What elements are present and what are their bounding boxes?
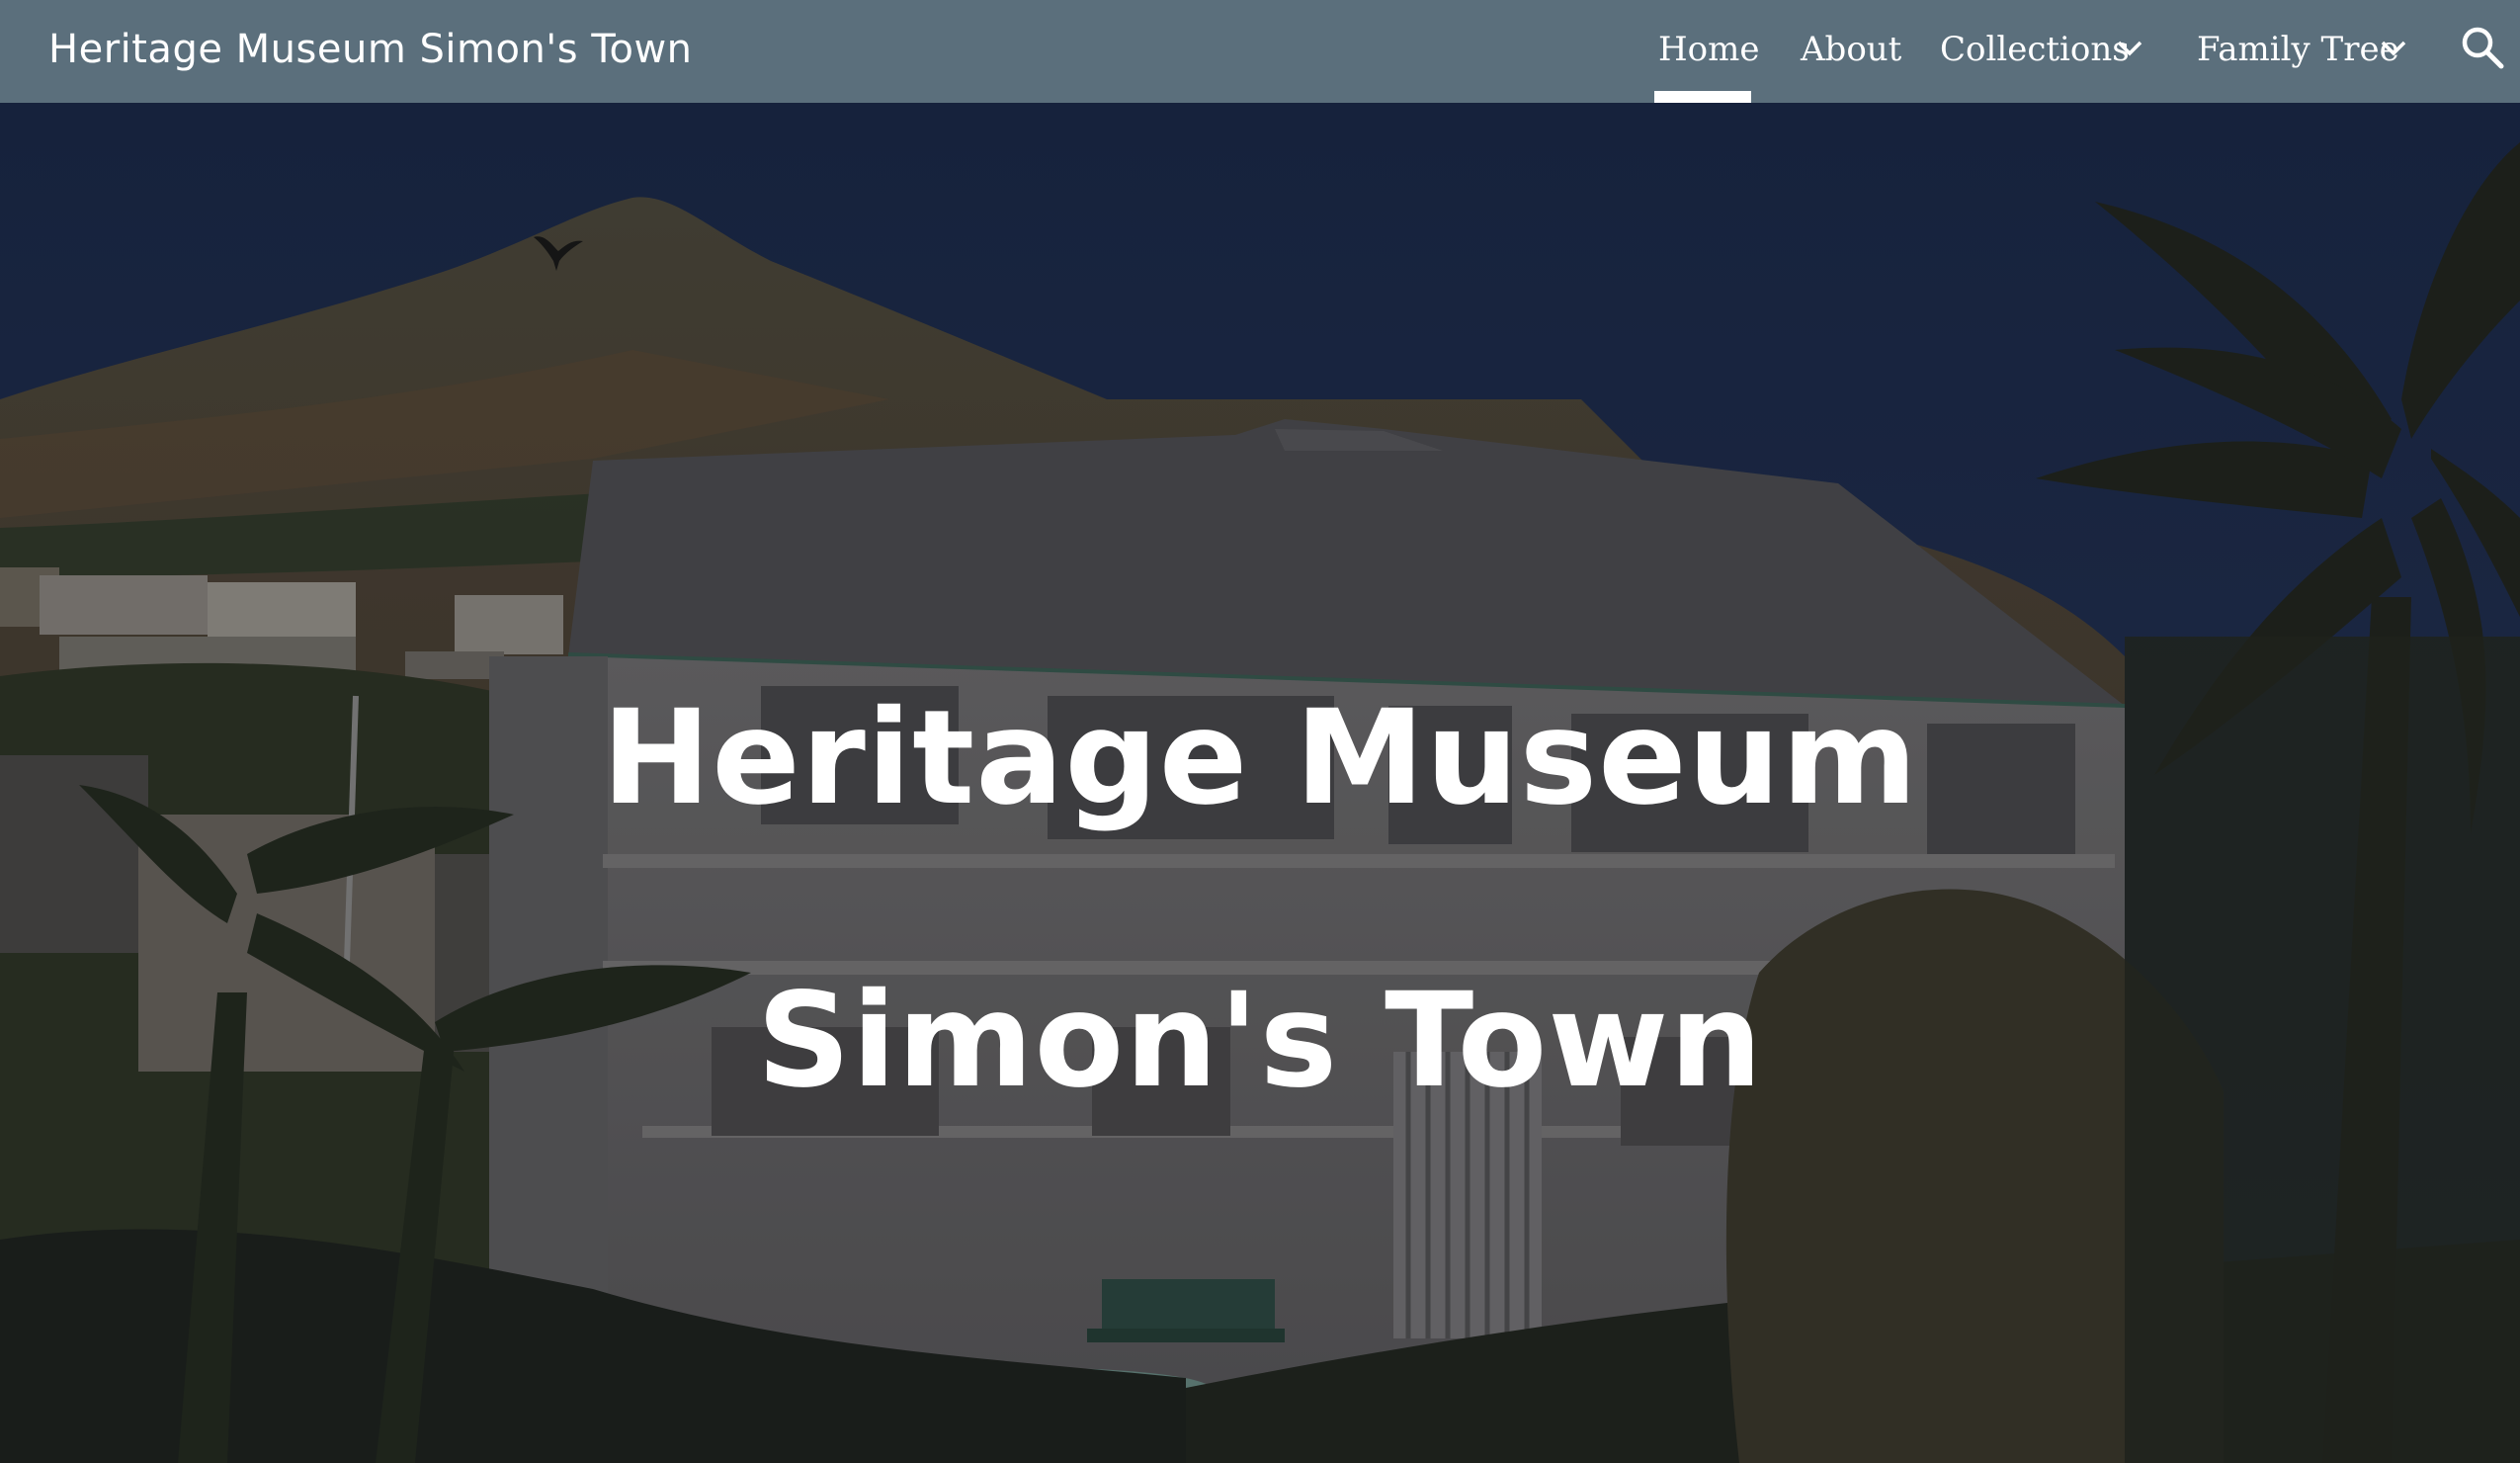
nav-item-home[interactable]: Home — [1658, 22, 1759, 77]
nav-item-family-tree[interactable]: Family Tree — [2197, 22, 2399, 77]
active-nav-indicator — [1654, 91, 1751, 103]
search-icon[interactable] — [2459, 24, 2506, 71]
hero-title-line1: Heritage Museum — [601, 682, 1919, 834]
hero-banner: Heritage Museum Simon's Town — [0, 103, 2520, 1463]
site-header: Heritage Museum Simon's Town Home About … — [0, 0, 2520, 103]
hero-title-line2: Simon's Town — [756, 965, 1764, 1117]
nav-item-collections-label: Collections — [1940, 30, 2130, 69]
nav-item-about[interactable]: About — [1801, 22, 1901, 77]
nav-item-family-tree-label: Family Tree — [2197, 30, 2399, 69]
nav-item-collections[interactable]: Collections — [1940, 22, 2130, 77]
chevron-down-icon[interactable] — [2116, 40, 2143, 57]
chevron-down-icon[interactable] — [2380, 40, 2407, 57]
main-nav: Home About Collections Family Tree — [0, 0, 2520, 103]
